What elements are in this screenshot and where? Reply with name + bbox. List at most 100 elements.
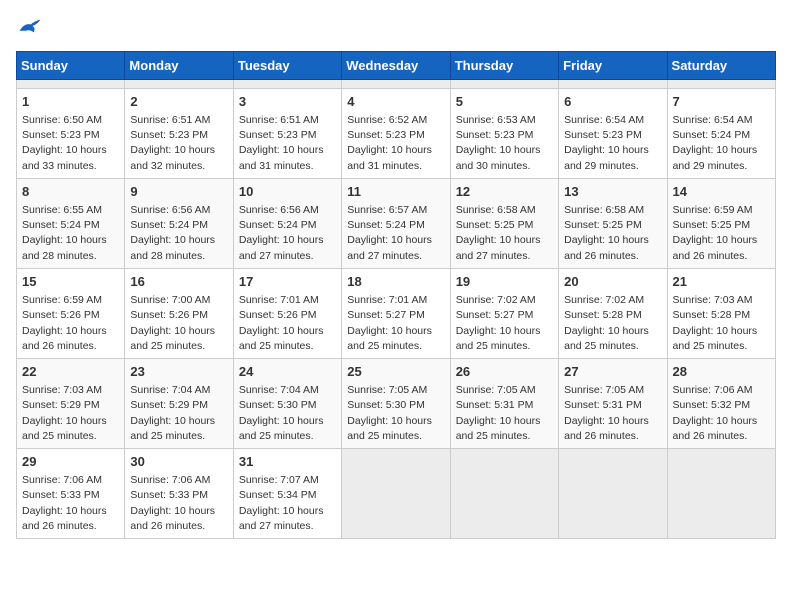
calendar-day: 15 Sunrise: 6:59 AMSunset: 5:26 PMDayligh… [17, 268, 125, 358]
day-number: 26 [456, 363, 553, 381]
calendar-day: 11Sunrise: 6:57 AMSunset: 5:24 PMDayligh… [342, 178, 450, 268]
calendar-week-4: 15 Sunrise: 6:59 AMSunset: 5:26 PMDayligh… [17, 268, 776, 358]
day-info: Sunrise: 7:04 AMSunset: 5:29 PMDaylight:… [130, 383, 227, 444]
day-info: Sunrise: 7:04 AMSunset: 5:30 PMDaylight:… [239, 383, 336, 444]
day-number: 5 [456, 93, 553, 111]
day-number: 23 [130, 363, 227, 381]
day-number: 12 [456, 183, 553, 201]
calendar-day: 3 Sunrise: 6:51 AMSunset: 5:23 PMDaylight… [233, 88, 341, 178]
calendar-day: 28 Sunrise: 7:06 AMSunset: 5:32 PMDayligh… [667, 358, 775, 448]
day-info: Sunrise: 7:03 AMSunset: 5:28 PMDaylight:… [673, 293, 770, 354]
day-info: Sunrise: 7:05 AMSunset: 5:30 PMDaylight:… [347, 383, 444, 444]
calendar-day: 10 Sunrise: 6:56 AMSunset: 5:24 PMDayligh… [233, 178, 341, 268]
calendar-day: 24 Sunrise: 7:04 AMSunset: 5:30 PMDayligh… [233, 358, 341, 448]
day-info: Sunrise: 6:51 AMSunset: 5:23 PMDaylight:… [239, 113, 336, 174]
calendar-day [17, 79, 125, 88]
header-sunday: Sunday [17, 51, 125, 79]
day-info: Sunrise: 6:54 AMSunset: 5:23 PMDaylight:… [564, 113, 661, 174]
calendar-day: 14 Sunrise: 6:59 AMSunset: 5:25 PMDayligh… [667, 178, 775, 268]
calendar-day: 21 Sunrise: 7:03 AMSunset: 5:28 PMDayligh… [667, 268, 775, 358]
day-number: 15 [22, 273, 119, 291]
calendar-day [342, 449, 450, 539]
day-number: 3 [239, 93, 336, 111]
day-number: 25 [347, 363, 444, 381]
calendar-day: 17 Sunrise: 7:01 AMSunset: 5:26 PMDayligh… [233, 268, 341, 358]
day-number: 6 [564, 93, 661, 111]
calendar-header-row: SundayMondayTuesdayWednesdayThursdayFrid… [17, 51, 776, 79]
day-info: Sunrise: 6:55 AMSunset: 5:24 PMDaylight:… [22, 203, 119, 264]
day-info: Sunrise: 7:01 AMSunset: 5:27 PMDaylight:… [347, 293, 444, 354]
calendar-day: 18 Sunrise: 7:01 AMSunset: 5:27 PMDayligh… [342, 268, 450, 358]
day-number: 19 [456, 273, 553, 291]
header-tuesday: Tuesday [233, 51, 341, 79]
day-number: 28 [673, 363, 770, 381]
day-number: 1 [22, 93, 119, 111]
calendar-week-5: 22 Sunrise: 7:03 AMSunset: 5:29 PMDayligh… [17, 358, 776, 448]
day-info: Sunrise: 6:57 AMSunset: 5:24 PMDaylight:… [347, 203, 444, 264]
calendar-day: 29Sunrise: 7:06 AMSunset: 5:33 PMDayligh… [17, 449, 125, 539]
calendar-day [233, 79, 341, 88]
day-info: Sunrise: 6:54 AMSunset: 5:24 PMDaylight:… [673, 113, 770, 174]
logo-bird-icon [18, 16, 42, 36]
day-info: Sunrise: 7:01 AMSunset: 5:26 PMDaylight:… [239, 293, 336, 354]
header-thursday: Thursday [450, 51, 558, 79]
day-number: 2 [130, 93, 227, 111]
day-info: Sunrise: 7:06 AMSunset: 5:32 PMDaylight:… [673, 383, 770, 444]
day-info: Sunrise: 6:50 AMSunset: 5:23 PMDaylight:… [22, 113, 119, 174]
day-info: Sunrise: 7:05 AMSunset: 5:31 PMDaylight:… [564, 383, 661, 444]
day-info: Sunrise: 7:02 AMSunset: 5:27 PMDaylight:… [456, 293, 553, 354]
calendar-week-3: 8 Sunrise: 6:55 AMSunset: 5:24 PMDaylight… [17, 178, 776, 268]
calendar-day: 9Sunrise: 6:56 AMSunset: 5:24 PMDaylight… [125, 178, 233, 268]
day-number: 21 [673, 273, 770, 291]
calendar-day: 26 Sunrise: 7:05 AMSunset: 5:31 PMDayligh… [450, 358, 558, 448]
day-info: Sunrise: 7:02 AMSunset: 5:28 PMDaylight:… [564, 293, 661, 354]
day-number: 18 [347, 273, 444, 291]
day-number: 17 [239, 273, 336, 291]
day-info: Sunrise: 6:58 AMSunset: 5:25 PMDaylight:… [456, 203, 553, 264]
calendar-day: 2Sunrise: 6:51 AMSunset: 5:23 PMDaylight… [125, 88, 233, 178]
day-number: 20 [564, 273, 661, 291]
day-number: 4 [347, 93, 444, 111]
day-info: Sunrise: 7:05 AMSunset: 5:31 PMDaylight:… [456, 383, 553, 444]
day-info: Sunrise: 7:06 AMSunset: 5:33 PMDaylight:… [130, 473, 227, 534]
calendar-day [450, 79, 558, 88]
day-number: 24 [239, 363, 336, 381]
calendar-day: 25 Sunrise: 7:05 AMSunset: 5:30 PMDayligh… [342, 358, 450, 448]
day-info: Sunrise: 6:53 AMSunset: 5:23 PMDaylight:… [456, 113, 553, 174]
calendar-day: 13Sunrise: 6:58 AMSunset: 5:25 PMDayligh… [559, 178, 667, 268]
header-wednesday: Wednesday [342, 51, 450, 79]
calendar-day: 23 Sunrise: 7:04 AMSunset: 5:29 PMDayligh… [125, 358, 233, 448]
calendar-day [125, 79, 233, 88]
day-info: Sunrise: 6:59 AMSunset: 5:25 PMDaylight:… [673, 203, 770, 264]
day-info: Sunrise: 7:00 AMSunset: 5:26 PMDaylight:… [130, 293, 227, 354]
day-number: 31 [239, 453, 336, 471]
day-info: Sunrise: 6:56 AMSunset: 5:24 PMDaylight:… [239, 203, 336, 264]
day-info: Sunrise: 7:07 AMSunset: 5:34 PMDaylight:… [239, 473, 336, 534]
day-number: 9 [130, 183, 227, 201]
calendar-table: SundayMondayTuesdayWednesdayThursdayFrid… [16, 51, 776, 539]
calendar-day [342, 79, 450, 88]
calendar-day [667, 79, 775, 88]
header-saturday: Saturday [667, 51, 775, 79]
calendar-day: 22 Sunrise: 7:03 AMSunset: 5:29 PMDayligh… [17, 358, 125, 448]
header-monday: Monday [125, 51, 233, 79]
day-number: 22 [22, 363, 119, 381]
day-info: Sunrise: 6:59 AMSunset: 5:26 PMDaylight:… [22, 293, 119, 354]
day-number: 14 [673, 183, 770, 201]
day-number: 7 [673, 93, 770, 111]
day-number: 10 [239, 183, 336, 201]
calendar-day [559, 449, 667, 539]
calendar-day: 31 Sunrise: 7:07 AMSunset: 5:34 PMDayligh… [233, 449, 341, 539]
calendar-day: 30Sunrise: 7:06 AMSunset: 5:33 PMDayligh… [125, 449, 233, 539]
calendar-day: 27Sunrise: 7:05 AMSunset: 5:31 PMDayligh… [559, 358, 667, 448]
day-info: Sunrise: 6:58 AMSunset: 5:25 PMDaylight:… [564, 203, 661, 264]
day-number: 8 [22, 183, 119, 201]
calendar-week-2: 1 Sunrise: 6:50 AMSunset: 5:23 PMDaylight… [17, 88, 776, 178]
calendar-day: 5 Sunrise: 6:53 AMSunset: 5:23 PMDaylight… [450, 88, 558, 178]
day-info: Sunrise: 7:03 AMSunset: 5:29 PMDaylight:… [22, 383, 119, 444]
calendar-day: 16Sunrise: 7:00 AMSunset: 5:26 PMDayligh… [125, 268, 233, 358]
day-info: Sunrise: 7:06 AMSunset: 5:33 PMDaylight:… [22, 473, 119, 534]
page-header [16, 16, 776, 41]
calendar-day: 12 Sunrise: 6:58 AMSunset: 5:25 PMDayligh… [450, 178, 558, 268]
calendar-day: 19 Sunrise: 7:02 AMSunset: 5:27 PMDayligh… [450, 268, 558, 358]
